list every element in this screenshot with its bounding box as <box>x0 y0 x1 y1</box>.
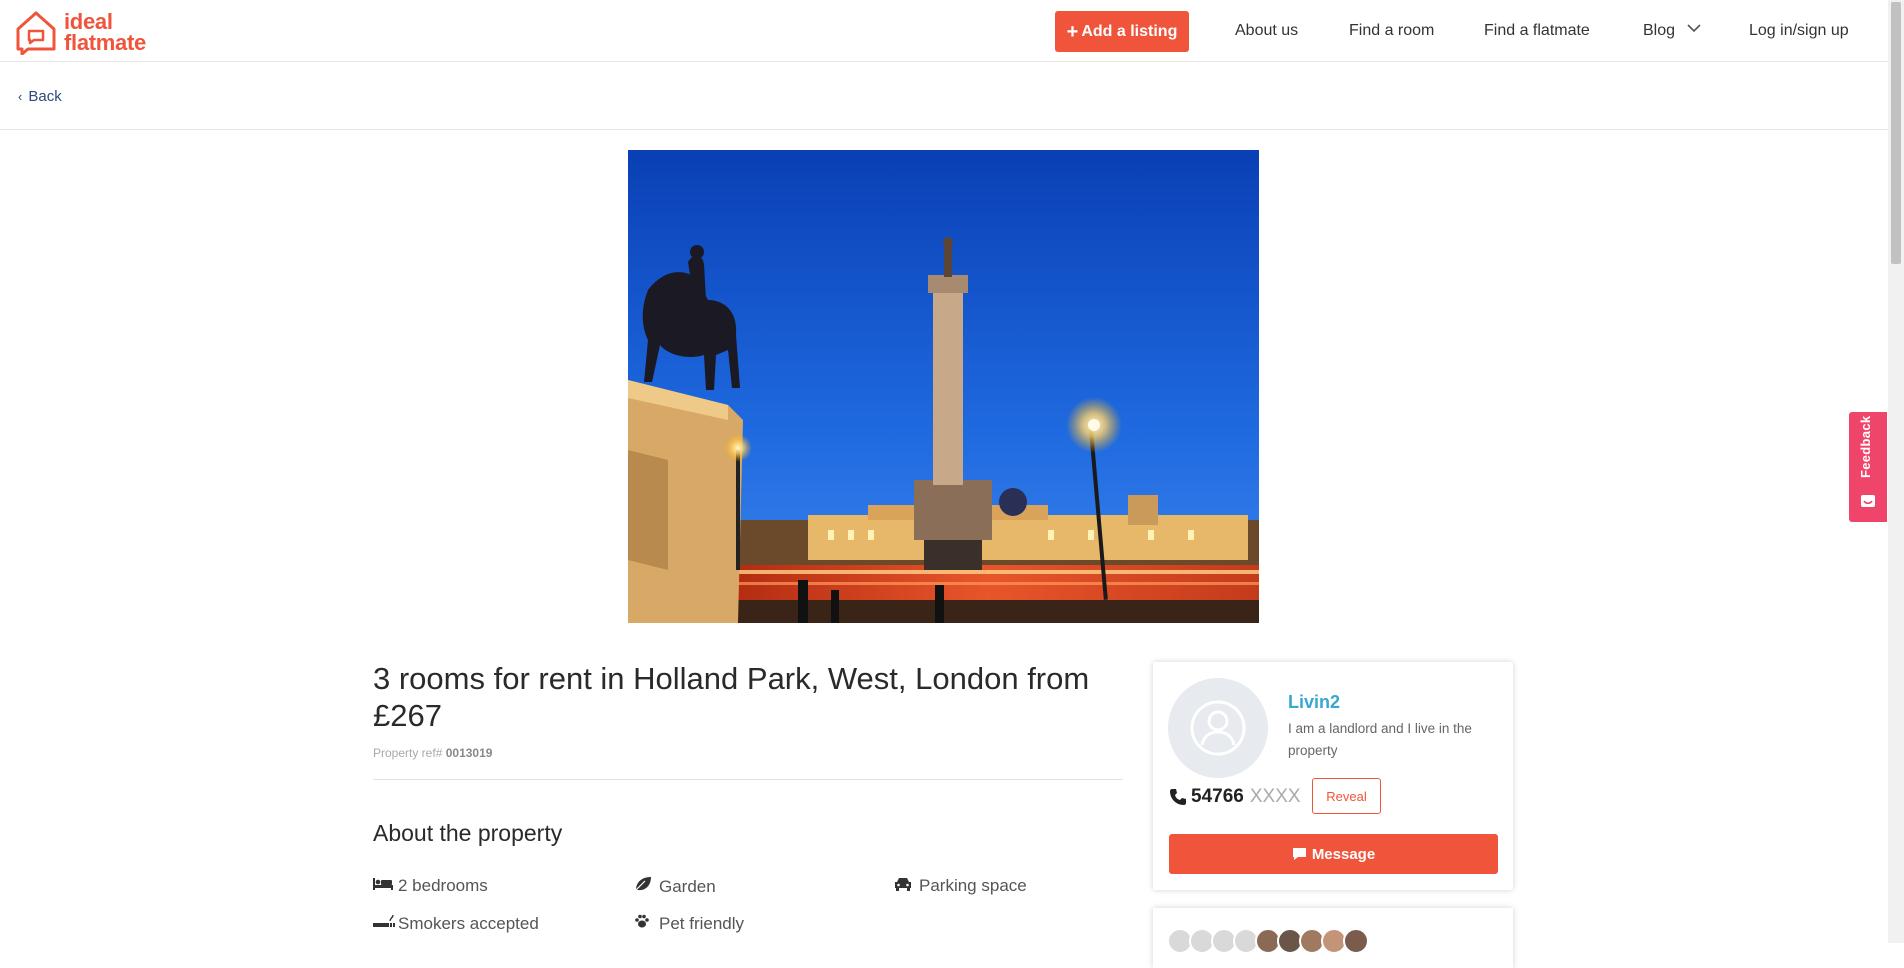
owner-name[interactable]: Livin2 <box>1288 692 1340 713</box>
community-card <box>1153 908 1513 968</box>
back-link[interactable]: ‹ Back <box>18 88 62 105</box>
feedback-label: Feedback <box>1858 415 1873 478</box>
car-icon <box>894 876 916 896</box>
chevron-left-icon: ‹ <box>18 89 23 104</box>
property-ref-value: 0013019 <box>445 746 493 760</box>
phone-visible: 54766 <box>1191 786 1244 807</box>
add-listing-button[interactable]: + Add a listing <box>1055 11 1189 52</box>
feature-smokers: Smokers accepted <box>373 913 539 934</box>
plus-icon: + <box>1066 20 1079 43</box>
chevron-down-icon <box>1687 24 1702 33</box>
user-placeholder-icon <box>1190 700 1246 756</box>
bed-icon <box>373 876 395 896</box>
smoking-icon <box>373 913 395 934</box>
chat-icon <box>1292 848 1306 860</box>
avatar[interactable] <box>1168 678 1268 778</box>
logo-line-1: ideal <box>64 9 113 34</box>
nav-find-flatmate[interactable]: Find a flatmate <box>1484 22 1590 40</box>
add-listing-label: Add a listing <box>1081 22 1178 40</box>
leaf-icon <box>634 876 656 897</box>
phone-mask: XXXX <box>1249 786 1301 807</box>
sub-bar: ‹ Back <box>0 62 1888 130</box>
feature-label: Smokers accepted <box>398 913 539 933</box>
property-ref: Property ref# 0013019 <box>373 746 492 760</box>
nav-about[interactable]: About us <box>1235 22 1298 40</box>
feature-label: Pet friendly <box>659 913 745 933</box>
feature-garden: Garden <box>634 876 716 897</box>
back-label: Back <box>28 88 62 105</box>
feedback-tab[interactable]: Feedback <box>1849 412 1887 522</box>
feature-pets: Pet friendly <box>634 913 744 934</box>
phone-icon <box>1170 789 1186 805</box>
phone-number: 54766 XXXX <box>1169 786 1301 808</box>
divider <box>373 779 1123 780</box>
paw-icon <box>634 913 656 934</box>
feature-parking: Parking space <box>894 876 1027 896</box>
message-label: Message <box>1311 845 1376 863</box>
feature-bedrooms: 2 bedrooms <box>373 876 488 896</box>
owner-description: I am a landlord and I live in the proper… <box>1288 721 1472 758</box>
listing-photo[interactable] <box>628 150 1259 623</box>
property-ref-label: Property ref# <box>373 746 443 760</box>
feature-label: Garden <box>659 876 716 896</box>
about-heading: About the property <box>373 820 563 846</box>
house-chat-logo-icon <box>16 11 56 55</box>
nav-blog[interactable]: Blog <box>1643 22 1702 40</box>
nav-find-room[interactable]: Find a room <box>1349 22 1434 40</box>
listing-title: 3 rooms for rent in Holland Park, West, … <box>373 661 1090 733</box>
top-header: ideal flatmate + Add a listing About us … <box>0 0 1888 62</box>
trafalgar-square-photo <box>628 150 1259 623</box>
scrollbar[interactable] <box>1888 0 1904 943</box>
scrollbar-thumb[interactable] <box>1891 2 1901 264</box>
avatar <box>1343 928 1369 954</box>
logo[interactable]: ideal flatmate <box>14 9 146 55</box>
feature-label: Parking space <box>919 876 1027 895</box>
feedback-smile-icon <box>1861 495 1875 507</box>
reveal-button[interactable]: Reveal <box>1312 778 1381 814</box>
nav-blog-label: Blog <box>1643 22 1676 39</box>
feature-label: 2 bedrooms <box>398 876 488 895</box>
logo-line-2: flatmate <box>64 30 146 55</box>
logo-text: ideal flatmate <box>64 9 146 55</box>
message-button[interactable]: Message <box>1169 834 1498 874</box>
avatar-stack <box>1167 928 1369 954</box>
owner-card: Livin2 I am a landlord and I live in the… <box>1153 662 1513 890</box>
nav-login[interactable]: Log in/sign up <box>1749 22 1849 40</box>
